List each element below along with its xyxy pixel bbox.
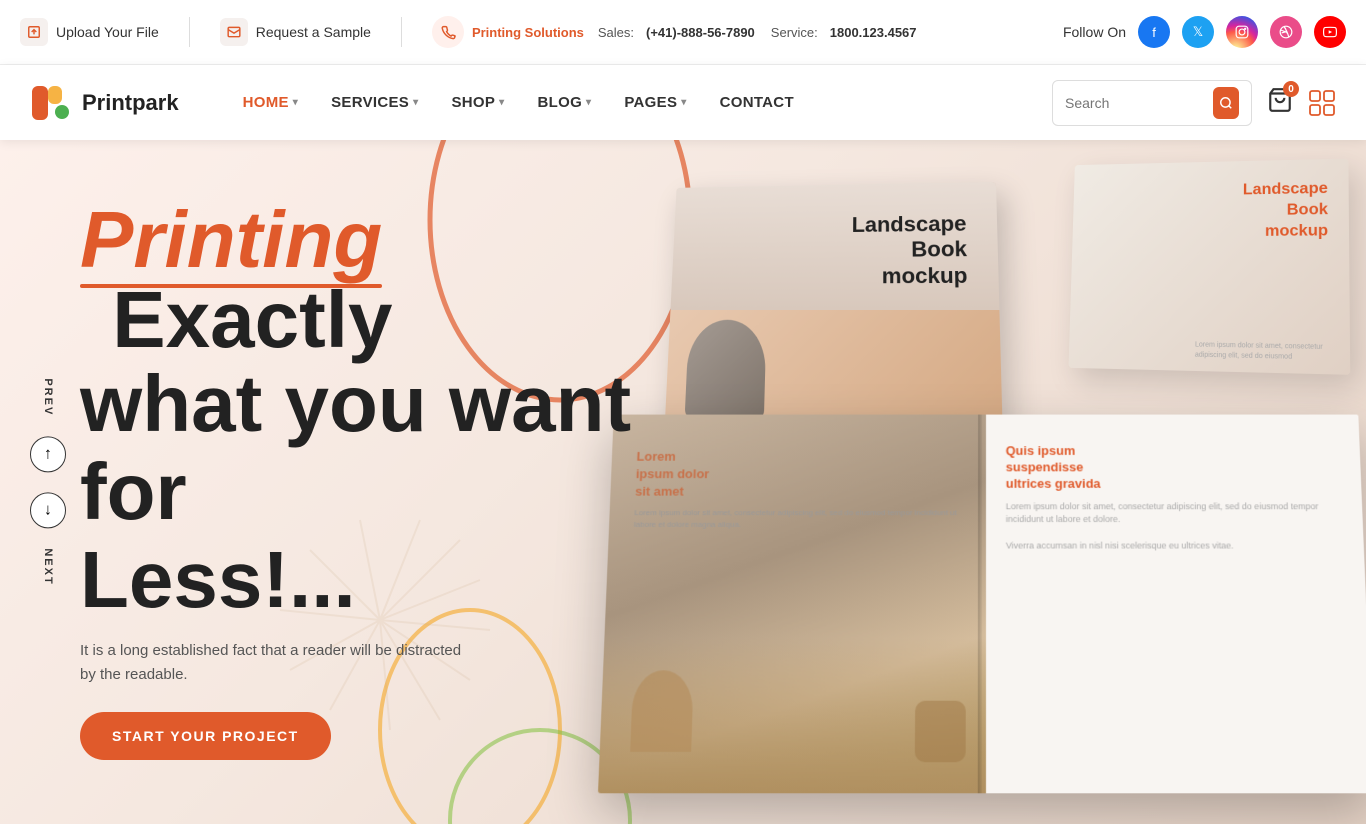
phone-section: Printing Solutions Sales: (+41)-888-56-7…: [432, 16, 917, 48]
hero-title-row1: Printing Exactly: [80, 200, 640, 360]
nav-item-pages[interactable]: PAGES ▾: [610, 86, 700, 119]
prev-arrow[interactable]: ↑: [30, 436, 66, 472]
nav-item-services[interactable]: SERVICES ▾: [317, 86, 432, 119]
follow-on-label: Follow On: [1063, 24, 1126, 40]
chevron-down-icon: ▾: [499, 97, 504, 108]
prev-label: PREV: [42, 378, 54, 416]
book-open-left: Lorem ipsum dolor sit amet Lorem ipsum d…: [598, 415, 986, 794]
service-label: Service:: [771, 25, 818, 40]
nav-item-contact[interactable]: CONTACT: [706, 86, 808, 119]
facebook-icon[interactable]: f: [1138, 16, 1170, 48]
logo[interactable]: Printpark: [30, 82, 179, 124]
book-open-right: Quis ipsum suspendisse ultrices gravida …: [986, 415, 1366, 794]
cart-badge: 0: [1283, 81, 1299, 97]
chevron-down-icon: ▾: [293, 97, 298, 108]
book-right-heading: Quis ipsum suspendisse ultrices gravida: [1006, 443, 1342, 492]
hero-subtitle: It is a long established fact that a rea…: [80, 639, 480, 687]
dribbble-icon[interactable]: [1270, 16, 1302, 48]
hero-images: LandscapeBookmockup LandscapeBookmockup …: [586, 160, 1366, 820]
hero-title-printing: Printing: [80, 200, 382, 280]
book-left-heading: Lorem ipsum dolor sit amet: [635, 448, 971, 501]
service-phone: 1800.123.4567: [830, 25, 917, 40]
grid-apps-icon[interactable]: [1308, 89, 1336, 117]
printing-solutions-label: Printing Solutions: [472, 25, 584, 40]
top-bar-left: Upload Your File Request a Sample Printi…: [20, 16, 1033, 48]
search-box[interactable]: [1052, 80, 1252, 126]
book-mockup-1: LandscapeBookmockup: [664, 182, 1003, 446]
nav-item-shop[interactable]: SHOP ▾: [437, 86, 518, 119]
chevron-down-icon: ▾: [586, 97, 591, 108]
hero-title-row3: Less!...: [80, 536, 640, 624]
sales-phone: (+41)-888-56-7890: [646, 25, 755, 40]
phone-icon: [432, 16, 464, 48]
hero-title-exactly: Exactly: [90, 280, 392, 360]
book-right-body: Lorem ipsum dolor sit amet, consectetur …: [1006, 500, 1344, 553]
request-label: Request a Sample: [256, 24, 371, 40]
instagram-icon[interactable]: [1226, 16, 1258, 48]
top-bar-right: Follow On f 𝕏: [1063, 16, 1346, 48]
nav-right: 0: [1052, 80, 1336, 126]
upload-file-item[interactable]: Upload Your File: [20, 18, 159, 46]
top-bar: Upload Your File Request a Sample Printi…: [0, 0, 1366, 65]
logo-icon: [30, 82, 72, 124]
upload-icon: [20, 18, 48, 46]
start-project-button[interactable]: START YOUR PROJECT: [80, 712, 331, 760]
search-button[interactable]: [1213, 87, 1239, 119]
cart-icon[interactable]: 0: [1267, 87, 1293, 118]
twitter-icon[interactable]: 𝕏: [1182, 16, 1214, 48]
search-input[interactable]: [1065, 95, 1205, 111]
sales-label: Sales:: [598, 25, 634, 40]
slider-navigation: PREV ↑ ↓ NEXT: [30, 378, 66, 585]
book-title-1: LandscapeBookmockup: [851, 211, 968, 289]
book-mockup-2: LandscapeBookmockup Lorem ipsum dolor si…: [1068, 159, 1350, 375]
youtube-icon[interactable]: [1314, 16, 1346, 48]
hero-section: PREV ↑ ↓ NEXT Printing Exactly what you …: [0, 140, 1366, 824]
nav-item-blog[interactable]: BLOG ▾: [524, 86, 606, 119]
upload-label: Upload Your File: [56, 24, 159, 40]
divider1: [189, 17, 190, 47]
book-left-body: Lorem ipsum dolor sit amet, consectetur …: [634, 507, 971, 530]
chevron-down-icon: ▾: [413, 97, 418, 108]
hero-content: Printing Exactly what you want for Less!…: [80, 200, 640, 760]
request-icon: [220, 18, 248, 46]
request-sample-item[interactable]: Request a Sample: [220, 18, 371, 46]
next-arrow[interactable]: ↓: [30, 492, 66, 528]
hero-title-row2: what you want for: [80, 360, 640, 536]
nav-bar: Printpark HOME ▾ SERVICES ▾ SHOP ▾ BLOG …: [0, 65, 1366, 140]
next-label: NEXT: [42, 548, 54, 585]
book-title-2: LandscapeBookmockup: [1243, 179, 1329, 242]
chevron-down-icon: ▾: [681, 97, 686, 108]
book-open: Lorem ipsum dolor sit amet Lorem ipsum d…: [598, 415, 1366, 794]
logo-text: Printpark: [82, 90, 179, 116]
nav-menu: HOME ▾ SERVICES ▾ SHOP ▾ BLOG ▾ PAGES ▾ …: [229, 86, 1052, 119]
divider2: [401, 17, 402, 47]
nav-item-home[interactable]: HOME ▾: [229, 86, 313, 119]
